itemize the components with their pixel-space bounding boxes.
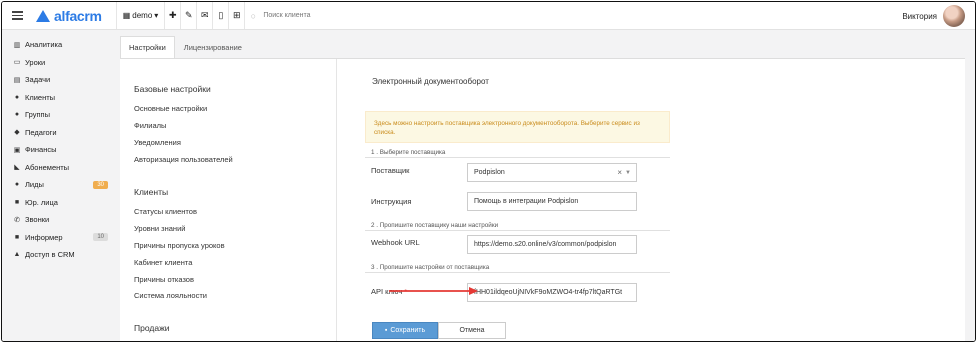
info-alert: Здесь можно настроить поставщика электро… — [365, 111, 670, 143]
wrench-icon: ✎ — [185, 10, 193, 20]
cart-icon: ⊞ — [233, 10, 241, 20]
sidebar-item-tasks[interactable]: ▤ Задачи — [2, 71, 112, 89]
tag-icon: ◣ — [14, 164, 20, 172]
arrow-annotation — [389, 287, 478, 295]
app-window: alfacrm ▦ demo ▾ ✚ ✎ ✉ ▯ ⊞ ○ Поиск клиен… — [1, 1, 976, 342]
branch-selector[interactable]: ▦ demo ▾ — [117, 2, 165, 29]
avatar — [943, 5, 965, 27]
link-absence-reasons[interactable]: Причины пропуска уроков — [134, 241, 225, 250]
sidebar-item-clients[interactable]: ● Клиенты — [2, 89, 112, 107]
top-bar: alfacrm ▦ demo ▾ ✚ ✎ ✉ ▯ ⊞ ○ Поиск клиен… — [2, 2, 975, 30]
sidebar-item-analytics[interactable]: ▥ Аналитика — [2, 36, 112, 54]
instruction-field[interactable]: Помощь в интеграции Podpislon — [467, 192, 637, 211]
messages-button[interactable]: ✉ — [197, 2, 212, 29]
sidebar-item-finance[interactable]: ▣ Финансы — [2, 141, 112, 159]
add-user-icon: ● — [14, 181, 20, 189]
sidebar-item-lessons[interactable]: ▭ Уроки — [2, 54, 112, 72]
phone-button[interactable]: ▯ — [213, 2, 228, 29]
sidebar: ▥ Аналитика ▭ Уроки ▤ Задачи ● Клиенты ● Груп… — [2, 30, 112, 341]
add-button[interactable]: ✚ — [165, 2, 180, 29]
user-name: Виктория — [902, 11, 937, 21]
tab-licensing[interactable]: Лицензирование — [175, 36, 251, 58]
cart-button[interactable]: ⊞ — [229, 2, 244, 29]
tasks-icon: ▤ — [13, 76, 21, 84]
link-client-statuses[interactable]: Статусы клиентов — [134, 207, 197, 216]
toolbar: ▦ demo ▾ ✚ ✎ ✉ ▯ ⊞ ○ Поиск клиента — [115, 2, 311, 29]
step1-label: 1 . Выберите поставщика — [371, 149, 446, 156]
building-icon: ▦ — [122, 11, 131, 20]
phone-icon: ✆ — [14, 216, 20, 224]
mobile-icon: ▯ — [218, 10, 224, 20]
sidebar-item-calls[interactable]: ✆ Звонки — [2, 211, 112, 229]
webhook-url-field[interactable]: https://demo.s20.online/v3/common/podpis… — [467, 235, 637, 254]
sidebar-item-legal-entities[interactable]: ■ Юр. лица — [2, 194, 112, 212]
panel-divider — [336, 59, 337, 341]
briefcase-icon: ■ — [14, 198, 20, 206]
link-client-cabinet[interactable]: Кабинет клиента — [134, 258, 192, 267]
step3-label: 3 . Пропишите настройки от поставщика — [371, 264, 490, 271]
link-branches[interactable]: Филиалы — [134, 121, 166, 130]
section-sales: Продажи — [134, 323, 170, 333]
informer-badge: 10 — [93, 233, 108, 242]
calendar-icon: ▭ — [13, 59, 21, 67]
alfacrm-logo-icon — [36, 9, 50, 22]
section-clients: Клиенты — [134, 187, 169, 197]
informer-icon: ■ — [14, 233, 20, 241]
mail-icon: ✉ — [201, 10, 209, 20]
leads-badge: 30 — [93, 180, 108, 189]
caret-down-icon: ▾ — [154, 11, 159, 20]
sidebar-item-crm-access[interactable]: ▲ Доступ в CRM — [2, 246, 112, 264]
link-user-auth[interactable]: Авторизация пользователей — [134, 155, 233, 164]
sidebar-item-subscriptions[interactable]: ◣ Абонементы — [2, 159, 112, 177]
save-icon: ▪ — [384, 327, 388, 334]
clear-icon[interactable]: × — [617, 168, 622, 177]
menu-icon[interactable] — [6, 11, 28, 20]
tabs: Настройки Лицензирование — [120, 36, 251, 58]
logo-text: alfacrm — [54, 7, 102, 24]
form-title: Электронный документооборот — [372, 77, 489, 86]
save-button[interactable]: ▪ Сохранить — [372, 322, 438, 339]
sidebar-item-groups[interactable]: ● Группы — [2, 106, 112, 124]
search-icon: ○ — [250, 10, 257, 21]
users-icon: ● — [14, 111, 20, 119]
link-knowledge-levels[interactable]: Уровни знаний — [134, 224, 185, 233]
user-icon: ● — [14, 93, 20, 101]
tab-settings[interactable]: Настройки — [120, 36, 175, 58]
link-notifications[interactable]: Уведомления — [134, 138, 181, 147]
sidebar-item-teachers[interactable]: ◆ Педагоги — [2, 124, 112, 142]
instruction-label: Инструкция — [371, 197, 412, 206]
money-icon: ▣ — [13, 146, 21, 154]
settings-panel: Базовые настройки Основные настройки Фил… — [120, 58, 965, 341]
link-refusal-reasons[interactable]: Причины отказов — [134, 275, 194, 284]
branch-name: demo — [132, 11, 153, 20]
step2-label: 2 . Пропишите поставщику наши настройки — [371, 222, 499, 229]
webhook-label: Webhook URL — [371, 238, 420, 247]
caret-down-icon: ▼ — [625, 169, 631, 176]
main-content: Настройки Лицензирование Базовые настрой… — [112, 30, 975, 341]
api-key-field[interactable]: fHH01ildqeoUjNIVkF9oMZWO4-tr4fp7ltQaRTGt — [467, 283, 637, 302]
cancel-button[interactable]: Отмена — [438, 322, 506, 339]
sidebar-item-informer[interactable]: ■ Информер 10 — [2, 229, 112, 247]
provider-value: Podpislon — [474, 169, 505, 176]
sidebar-item-leads[interactable]: ● Лиды 30 — [2, 176, 112, 194]
client-search-input[interactable]: Поиск клиента — [263, 12, 310, 19]
section-basic-settings: Базовые настройки — [134, 84, 211, 94]
provider-select[interactable]: Podpislon × ▼ — [467, 163, 637, 182]
link-main-settings[interactable]: Основные настройки — [134, 104, 207, 113]
provider-label: Поставщик — [371, 166, 410, 175]
plus-icon: ✚ — [169, 10, 177, 20]
lock-icon: ▲ — [13, 251, 21, 259]
user-menu[interactable]: Виктория — [902, 5, 965, 27]
settings-tool-button[interactable]: ✎ — [181, 2, 196, 29]
logo[interactable]: alfacrm — [36, 8, 102, 24]
analytics-icon: ▥ — [13, 41, 21, 49]
graduation-icon: ◆ — [14, 129, 20, 137]
link-loyalty-system[interactable]: Система лояльности — [134, 291, 207, 300]
